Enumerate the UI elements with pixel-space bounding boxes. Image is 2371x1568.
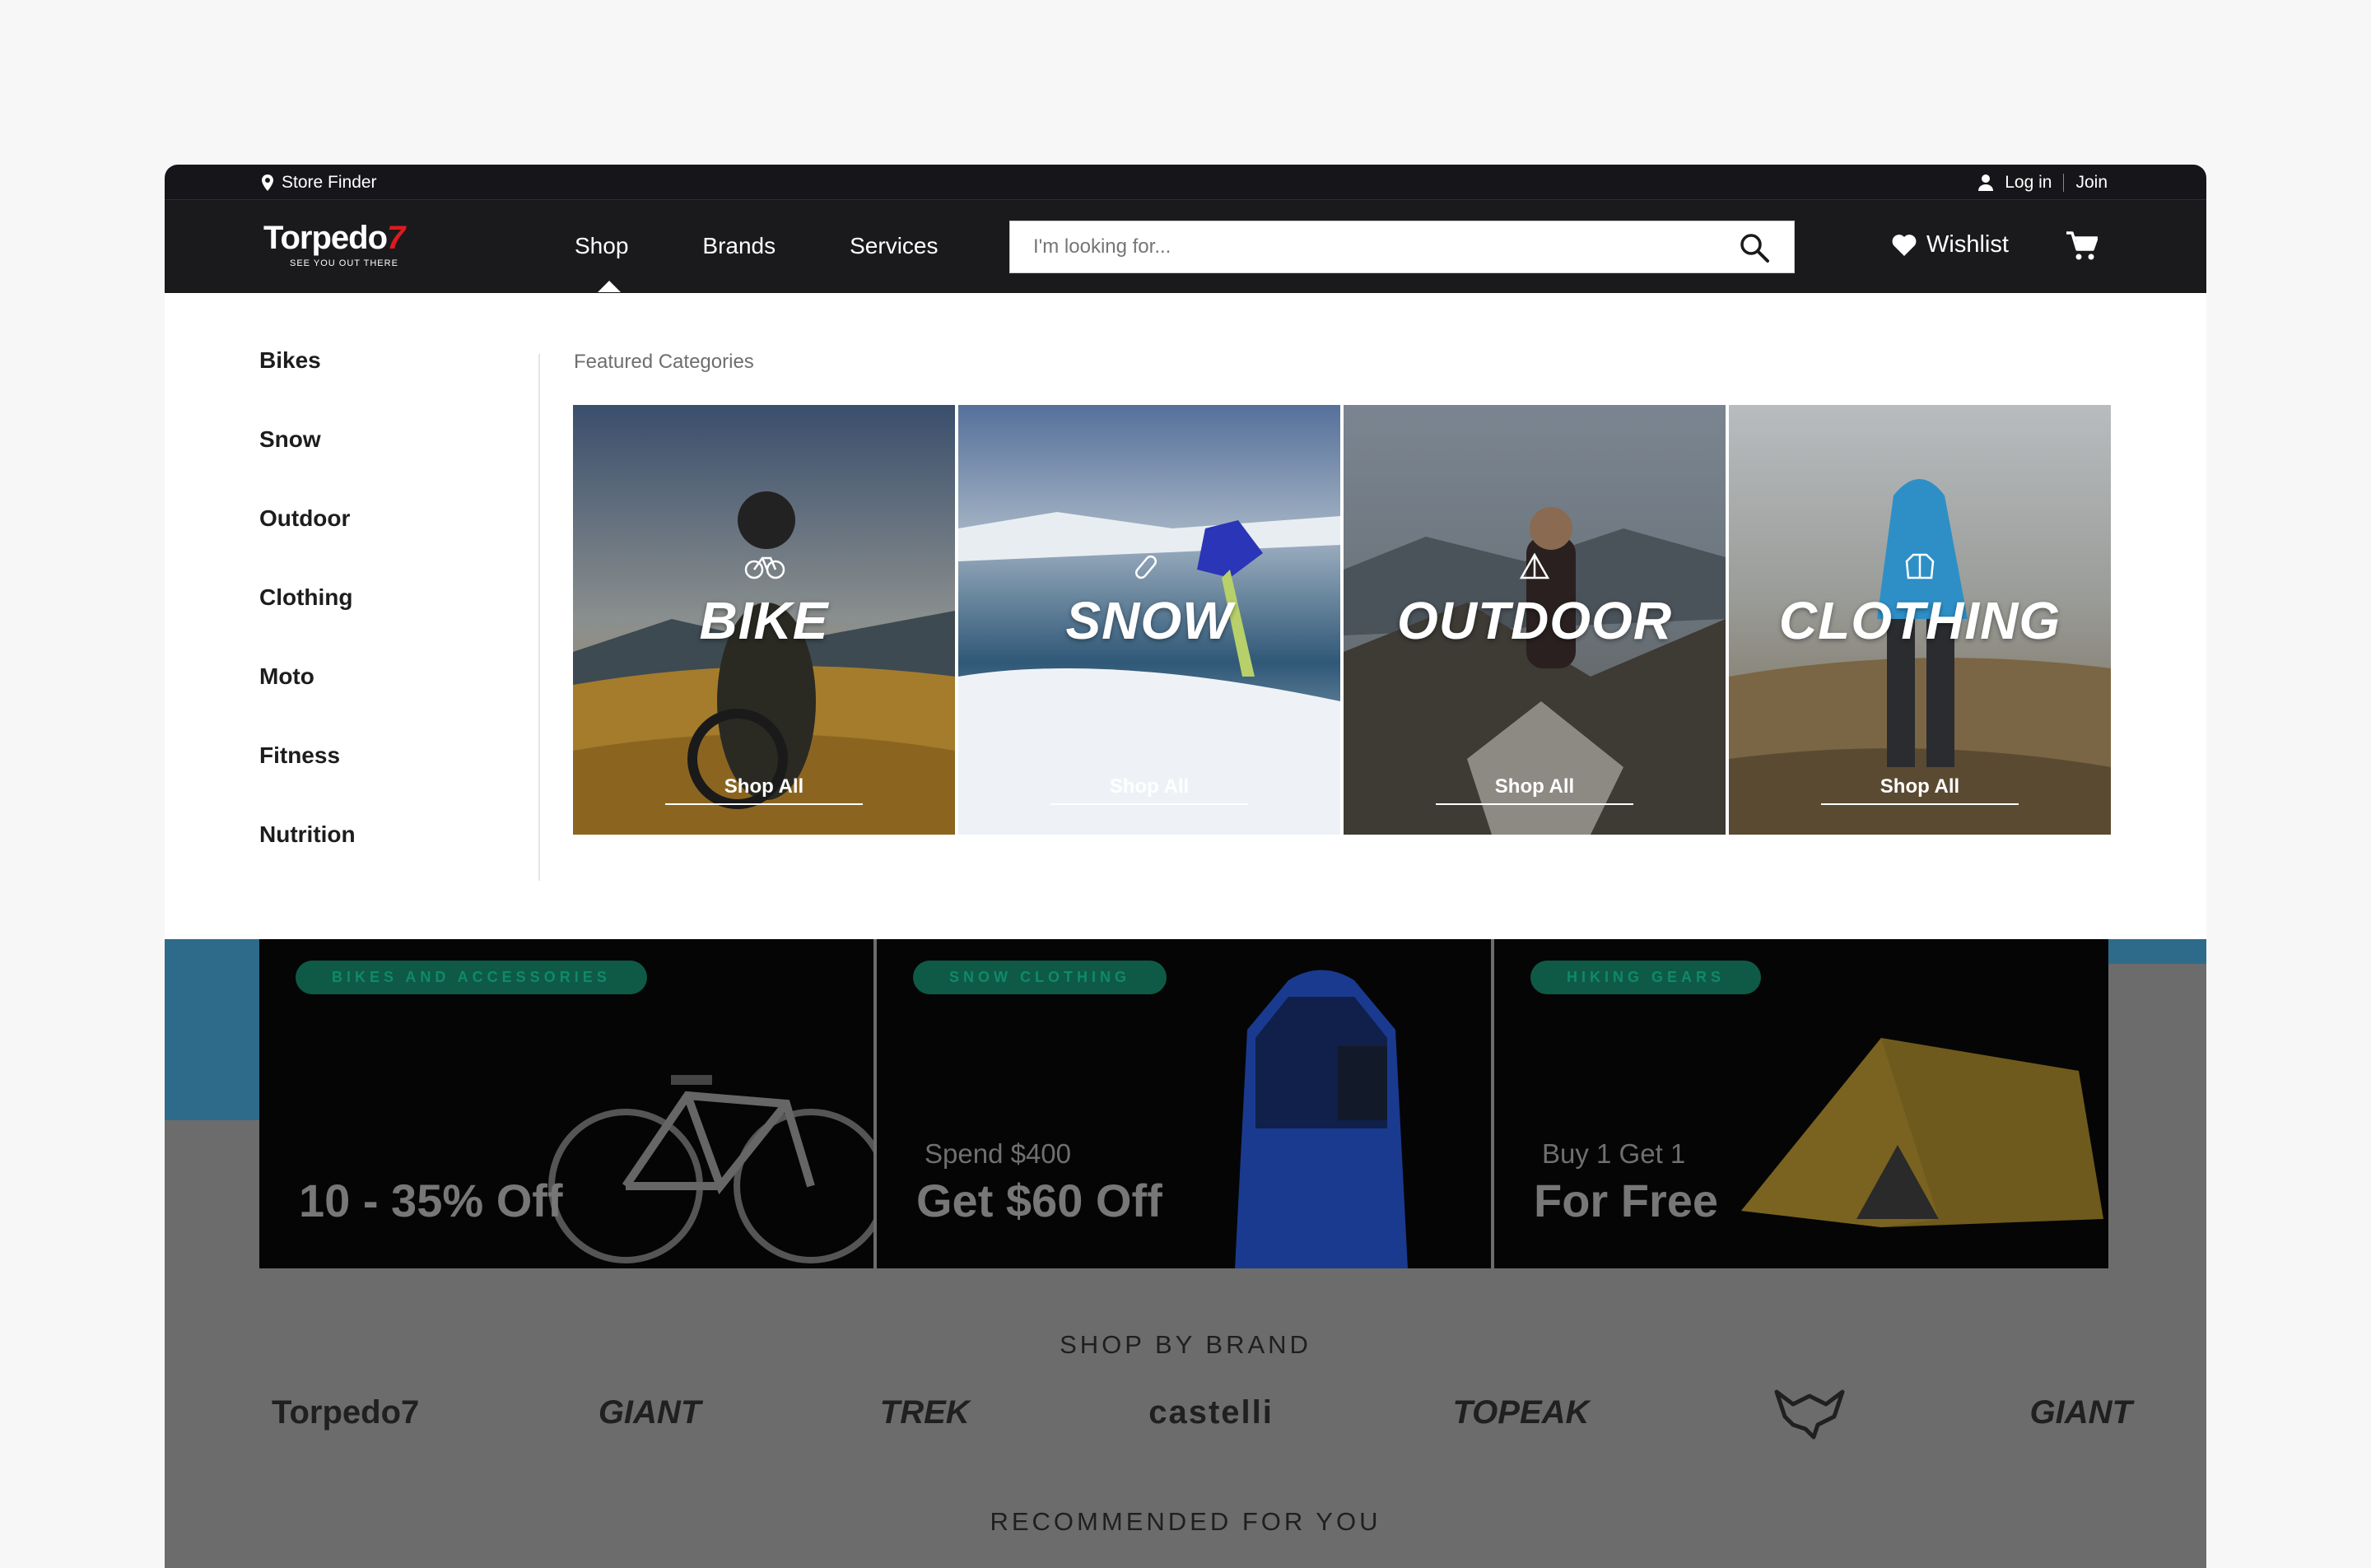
promo-headline: 10 - 35% Off [299, 1175, 563, 1226]
featured-tile-bike[interactable]: BIKE Shop All [573, 405, 955, 835]
store-finder-link[interactable]: Store Finder [262, 173, 377, 193]
brand-logos: Torpedo7 GIANT TREK castelli TOPEAK GIAN… [272, 1384, 2132, 1441]
tile-title: BIKE [699, 591, 829, 650]
promo-badge: BIKES AND ACCESSORIES [296, 961, 647, 994]
promo-subline: Buy 1 Get 1 [1542, 1138, 1686, 1169]
wishlist-link[interactable]: Wishlist [1892, 231, 2009, 258]
login-link[interactable]: Log in [2005, 173, 2052, 193]
logo-seven: 7 [387, 220, 405, 256]
category-item-snow[interactable]: Snow [259, 426, 356, 505]
promo-banners: BIKES AND ACCESSORIES 10 - 35% Off SNOW … [259, 939, 2108, 1268]
tile-title: OUTDOOR [1396, 591, 1673, 650]
category-item-outdoor[interactable]: Outdoor [259, 505, 356, 584]
brand-logo-topeak[interactable]: TOPEAK [1452, 1394, 1589, 1431]
browser-frame: Store Finder Log in Join Torpedo7 SEE YO… [165, 165, 2206, 1568]
promo-subline: Spend $400 [925, 1138, 1072, 1169]
category-item-clothing[interactable]: Clothing [259, 584, 356, 663]
promo-headline: For Free [1534, 1175, 1719, 1226]
featured-tile-outdoor[interactable]: OUTDOOR Shop All [1344, 405, 1726, 835]
promo-card-hiking[interactable]: HIKING GEARS Buy 1 Get 1 For Free [1494, 939, 2108, 1268]
logo-tagline: SEE YOU OUT THERE [290, 258, 398, 268]
shop-all-link[interactable]: Shop All [1436, 775, 1633, 805]
tile-title: CLOTHING [1778, 591, 2061, 650]
divider [2063, 174, 2065, 192]
cart-icon[interactable] [2066, 231, 2098, 261]
tent-image [1741, 1038, 2103, 1227]
fox-logo-icon[interactable] [1768, 1384, 1851, 1441]
hero-edge [165, 939, 259, 1120]
brand-logo-giant[interactable]: GIANT [2030, 1394, 2132, 1431]
account-links: Log in Join [1978, 173, 2108, 193]
brand-logo-torpedo7[interactable]: Torpedo7 [272, 1394, 419, 1431]
promo-badge: SNOW CLOTHING [913, 961, 1167, 994]
brand-logo-castelli[interactable]: castelli [1148, 1394, 1274, 1431]
category-item-bikes[interactable]: Bikes [259, 347, 356, 426]
heart-icon [1892, 234, 1917, 256]
bike-icon [744, 556, 785, 579]
menu-divider [538, 354, 540, 881]
featured-tiles: BIKE Shop All SNOW Shop All OUTDOOR Shop… [573, 405, 2111, 835]
featured-tile-snow[interactable]: SNOW Shop All [958, 405, 1340, 835]
torpedo7-logo[interactable]: Torpedo7 SEE YOU OUT THERE [263, 220, 405, 268]
featured-tile-clothing[interactable]: CLOTHING Shop All [1729, 405, 2111, 835]
category-list: Bikes Snow Outdoor Clothing Moto Fitness… [259, 347, 356, 900]
category-item-moto[interactable]: Moto [259, 663, 356, 742]
join-link[interactable]: Join [2075, 173, 2108, 193]
store-finder-label: Store Finder [282, 173, 377, 192]
category-item-nutrition[interactable]: Nutrition [259, 821, 356, 900]
tent-icon [1519, 552, 1550, 579]
shop-mega-menu: Bikes Snow Outdoor Clothing Moto Fitness… [165, 293, 2206, 939]
promo-card-snow-clothing[interactable]: SNOW CLOTHING Spend $400 Get $60 Off [877, 939, 1491, 1268]
user-icon [1978, 174, 1994, 191]
brand-logo-trek[interactable]: TREK [880, 1394, 970, 1431]
category-item-fitness[interactable]: Fitness [259, 742, 356, 821]
featured-categories-title: Featured Categories [574, 351, 754, 373]
utility-bar: Store Finder Log in Join [165, 165, 2206, 199]
primary-menu: Shop Brands Services [575, 233, 939, 292]
tile-title: SNOW [1065, 591, 1233, 650]
nav-item-shop[interactable]: Shop [575, 233, 628, 259]
jacket-icon [1905, 553, 1935, 579]
wishlist-label: Wishlist [1926, 231, 2009, 258]
shop-all-link[interactable]: Shop All [1050, 775, 1248, 805]
shop-by-brand-title: SHOP BY BRAND [1060, 1330, 1311, 1359]
search-input[interactable] [1010, 221, 1718, 272]
brand-logo-giant[interactable]: GIANT [599, 1394, 701, 1431]
logo-text: Torpedo [263, 220, 388, 256]
hero-edge-right [2108, 939, 2206, 964]
snowboard-icon [1134, 555, 1158, 579]
search-box [1009, 221, 1795, 273]
promo-card-bikes[interactable]: BIKES AND ACCESSORIES 10 - 35% Off [259, 939, 873, 1268]
recommended-title: RECOMMENDED FOR YOU [990, 1507, 1381, 1536]
active-caret [598, 281, 621, 292]
logo-wordmark: Torpedo7 [263, 220, 405, 257]
nav-item-brands[interactable]: Brands [702, 233, 776, 259]
promo-headline: Get $60 Off [916, 1175, 1162, 1226]
location-pin-icon [262, 174, 273, 191]
bicycle-image [548, 1075, 873, 1263]
promo-badge: HIKING GEARS [1530, 961, 1762, 994]
shop-all-link[interactable]: Shop All [665, 775, 863, 805]
main-nav: Torpedo7 SEE YOU OUT THERE Shop Brands S… [165, 199, 2206, 293]
jacket-image [1235, 970, 1408, 1268]
nav-item-services[interactable]: Services [850, 233, 938, 259]
page-content-overlay: BIKES AND ACCESSORIES 10 - 35% Off SNOW … [165, 939, 2206, 1568]
search-icon[interactable] [1740, 233, 1769, 263]
shop-all-link[interactable]: Shop All [1821, 775, 2019, 805]
